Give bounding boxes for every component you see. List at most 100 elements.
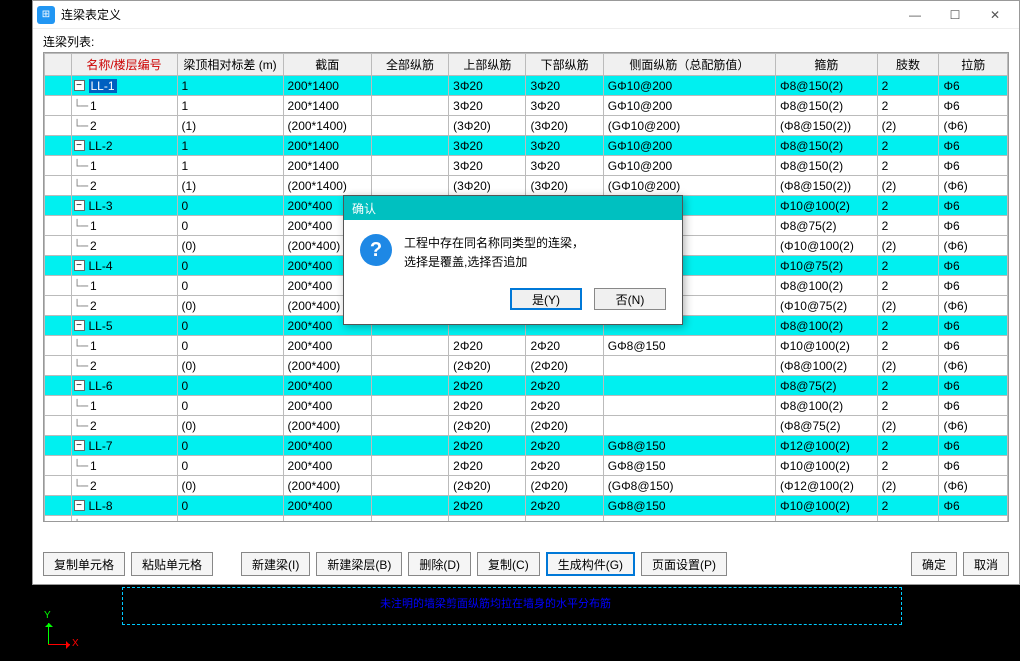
cancel-button[interactable]: 取消 xyxy=(963,552,1009,576)
dialog-yes-button[interactable]: 是(Y) xyxy=(510,288,582,310)
cell[interactable] xyxy=(371,156,448,176)
cell[interactable]: 2 xyxy=(877,316,939,336)
cell[interactable]: 200*400 xyxy=(283,396,371,416)
cell[interactable]: GΦ8@150 xyxy=(603,516,775,523)
cell[interactable] xyxy=(371,136,448,156)
collapse-toggle[interactable]: − xyxy=(74,140,85,151)
cell[interactable]: 2Φ20 xyxy=(526,436,603,456)
group-row[interactable]: −LL-21200*14003Φ203Φ20GΦ10@200Φ8@150(2)2… xyxy=(45,136,1008,156)
cell[interactable]: 2 xyxy=(877,76,939,96)
new-beam-button[interactable]: 新建梁(I) xyxy=(241,552,310,576)
cell[interactable]: GΦ8@150 xyxy=(603,496,775,516)
cell[interactable]: 1 xyxy=(177,156,283,176)
cell[interactable]: Φ8@150(2) xyxy=(776,76,878,96)
cell[interactable]: 200*400 xyxy=(283,496,371,516)
cell[interactable]: 2Φ20 xyxy=(449,376,526,396)
cell[interactable]: 200*400 xyxy=(283,456,371,476)
cell[interactable]: Φ6 xyxy=(939,376,1008,396)
cell[interactable]: Φ6 xyxy=(939,256,1008,276)
cell[interactable]: Φ6 xyxy=(939,216,1008,236)
cell[interactable]: (2Φ20) xyxy=(526,416,603,436)
cell[interactable]: 200*1400 xyxy=(283,136,371,156)
cell[interactable] xyxy=(371,456,448,476)
cell[interactable]: GΦ10@200 xyxy=(603,136,775,156)
column-header[interactable]: 截面 xyxy=(283,54,371,76)
cell[interactable]: 0 xyxy=(177,436,283,456)
cell[interactable]: 2 xyxy=(877,456,939,476)
cell[interactable]: 0 xyxy=(177,216,283,236)
cell[interactable]: (3Φ20) xyxy=(449,176,526,196)
cell[interactable]: Φ6 xyxy=(939,156,1008,176)
child-row[interactable]: └─11200*14003Φ203Φ20GΦ10@200Φ8@150(2)2Φ6 xyxy=(45,96,1008,116)
cell[interactable]: 0 xyxy=(177,496,283,516)
cell[interactable]: Φ8@100(2) xyxy=(776,516,878,523)
cell[interactable]: Φ6 xyxy=(939,456,1008,476)
cell[interactable]: Φ6 xyxy=(939,76,1008,96)
delete-button[interactable]: 删除(D) xyxy=(408,552,471,576)
cell[interactable]: (Φ12@100(2) xyxy=(776,476,878,496)
cell[interactable] xyxy=(603,376,775,396)
cell[interactable]: 2 xyxy=(877,256,939,276)
cell[interactable]: GΦ10@200 xyxy=(603,96,775,116)
cell[interactable]: 200*400 xyxy=(283,516,371,523)
cell[interactable]: 2 xyxy=(877,376,939,396)
cell[interactable]: (Φ6) xyxy=(939,356,1008,376)
cell[interactable]: 200*400 xyxy=(283,336,371,356)
close-button[interactable]: ✕ xyxy=(975,3,1015,27)
cell[interactable]: (2) xyxy=(877,236,939,256)
cell[interactable]: 3Φ20 xyxy=(526,96,603,116)
cell[interactable]: 2 xyxy=(877,136,939,156)
column-header[interactable]: 名称/楼层编号 xyxy=(71,54,177,76)
cell[interactable]: Φ6 xyxy=(939,196,1008,216)
cell[interactable]: (2) xyxy=(877,476,939,496)
cell[interactable]: 3Φ20 xyxy=(449,156,526,176)
group-row[interactable]: −LL-11200*14003Φ203Φ20GΦ10@200Φ8@150(2)2… xyxy=(45,76,1008,96)
collapse-toggle[interactable]: − xyxy=(74,500,85,511)
cell[interactable] xyxy=(371,116,448,136)
cell[interactable]: 0 xyxy=(177,256,283,276)
cell[interactable]: 0 xyxy=(177,276,283,296)
cell[interactable]: 2Φ20 xyxy=(449,396,526,416)
cell[interactable]: Φ10@100(2) xyxy=(776,496,878,516)
cell[interactable]: (200*400) xyxy=(283,416,371,436)
child-row[interactable]: └─2(1)(200*1400)(3Φ20)(3Φ20)(GΦ10@200)(Φ… xyxy=(45,116,1008,136)
cell[interactable]: (GΦ8@150) xyxy=(603,476,775,496)
cell[interactable]: 3Φ20 xyxy=(526,156,603,176)
cell[interactable]: 200*400 xyxy=(283,376,371,396)
cell[interactable]: 2Φ20 xyxy=(449,456,526,476)
cell[interactable]: Φ10@75(2) xyxy=(776,256,878,276)
cell[interactable]: 200*1400 xyxy=(283,96,371,116)
cell[interactable]: (200*1400) xyxy=(283,176,371,196)
cell[interactable]: 2Φ20 xyxy=(449,436,526,456)
column-header[interactable] xyxy=(45,54,72,76)
collapse-toggle[interactable]: − xyxy=(74,80,85,91)
cell[interactable]: 200*1400 xyxy=(283,156,371,176)
cell[interactable]: (Φ6) xyxy=(939,476,1008,496)
cell[interactable] xyxy=(371,476,448,496)
cell[interactable]: 0 xyxy=(177,456,283,476)
column-header[interactable]: 拉筋 xyxy=(939,54,1008,76)
child-row[interactable]: └─10200*4002Φ202Φ20GΦ8@150Φ8@100(2)2(Φ6) xyxy=(45,516,1008,523)
cell[interactable]: (0) xyxy=(177,296,283,316)
cell[interactable]: Φ8@75(2) xyxy=(776,216,878,236)
cell[interactable]: (Φ6) xyxy=(939,416,1008,436)
cell[interactable]: Φ6 xyxy=(939,96,1008,116)
cell[interactable]: (2) xyxy=(877,356,939,376)
cell[interactable]: Φ10@100(2) xyxy=(776,456,878,476)
cell[interactable]: Φ8@100(2) xyxy=(776,276,878,296)
child-row[interactable]: └─2(1)(200*1400)(3Φ20)(3Φ20)(GΦ10@200)(Φ… xyxy=(45,176,1008,196)
cell[interactable]: Φ6 xyxy=(939,336,1008,356)
cell[interactable]: 1 xyxy=(177,136,283,156)
cell[interactable]: (2Φ20) xyxy=(526,356,603,376)
child-row[interactable]: └─10200*4002Φ202Φ20GΦ8@150Φ10@100(2)2Φ6 xyxy=(45,456,1008,476)
cell[interactable] xyxy=(603,416,775,436)
child-row[interactable]: └─2(0)(200*400)(2Φ20)(2Φ20)(Φ8@75(2)(2)(… xyxy=(45,416,1008,436)
cell[interactable]: Φ10@100(2) xyxy=(776,196,878,216)
cell[interactable]: 2 xyxy=(877,336,939,356)
cell[interactable]: (GΦ10@200) xyxy=(603,176,775,196)
cell[interactable]: Φ6 xyxy=(939,316,1008,336)
cell[interactable]: 1 xyxy=(177,76,283,96)
cell[interactable] xyxy=(371,336,448,356)
paste-cell-button[interactable]: 粘贴单元格 xyxy=(131,552,213,576)
child-row[interactable]: └─10200*4002Φ202Φ20GΦ8@150Φ10@100(2)2Φ6 xyxy=(45,336,1008,356)
